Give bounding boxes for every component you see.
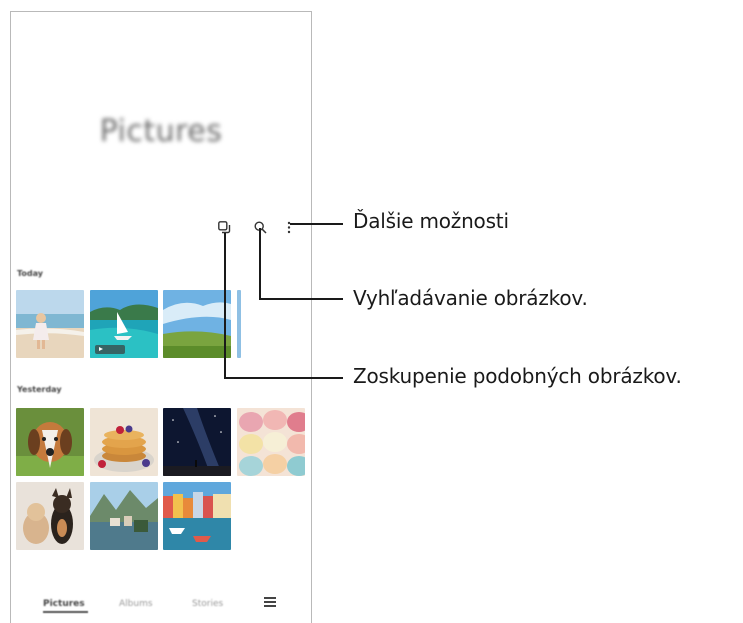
nav-tab-albums[interactable]: Albums <box>119 599 153 609</box>
callout-line-group-similar <box>224 233 226 378</box>
hamburger-icon[interactable] <box>264 597 276 609</box>
callout-group-similar: Zoskupenie podobných obrázkov. <box>353 364 682 388</box>
callout-line-more-options <box>290 223 343 225</box>
video-thumbnail[interactable] <box>90 290 158 358</box>
photo-thumbnail[interactable] <box>237 408 305 476</box>
nav-tab-stories[interactable]: Stories <box>192 599 223 609</box>
photo-thumbnail[interactable] <box>90 408 158 476</box>
photo-thumbnail[interactable] <box>90 482 158 550</box>
bottom-navigation: Pictures Albums Stories <box>11 595 311 615</box>
photo-thumbnail[interactable] <box>16 408 84 476</box>
photo-thumbnail[interactable] <box>163 290 231 358</box>
active-tab-indicator <box>43 611 88 613</box>
photo-thumbnail[interactable] <box>16 482 84 550</box>
photo-thumbnail[interactable] <box>163 482 231 550</box>
photo-thumbnail[interactable] <box>16 290 84 358</box>
phone-screen: Pictures Today Yesterday Pictures Albums… <box>10 11 312 623</box>
page-title: Pictures <box>99 114 223 149</box>
photo-thumbnail[interactable] <box>237 290 241 358</box>
callout-line-search <box>259 298 343 300</box>
callout-line-group-similar <box>224 377 343 379</box>
section-label-today: Today <box>17 269 43 278</box>
video-play-badge <box>95 345 125 354</box>
callout-more-options: Ďalšie možnosti <box>353 209 509 233</box>
callout-line-search <box>259 228 261 299</box>
photo-thumbnail[interactable] <box>163 408 231 476</box>
callout-search: Vyhľadávanie obrázkov. <box>353 286 588 310</box>
section-label-yesterday: Yesterday <box>17 385 62 394</box>
more-options-icon[interactable] <box>281 219 297 235</box>
nav-tab-pictures[interactable]: Pictures <box>43 599 85 609</box>
